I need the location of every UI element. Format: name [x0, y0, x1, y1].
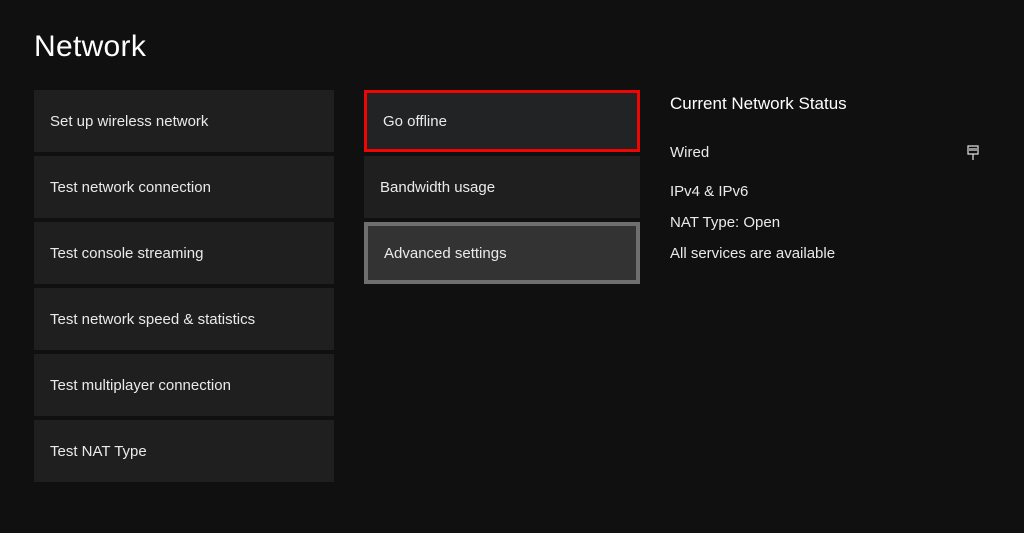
- content-columns: Set up wireless network Test network con…: [34, 90, 990, 482]
- status-services: All services are available: [670, 245, 980, 262]
- bandwidth-usage-label: Bandwidth usage: [380, 179, 495, 196]
- test-multiplayer-button[interactable]: Test multiplayer connection: [34, 354, 334, 416]
- go-offline-button[interactable]: Go offline: [364, 90, 640, 152]
- advanced-settings-label: Advanced settings: [384, 245, 507, 262]
- left-column: Set up wireless network Test network con…: [34, 90, 334, 482]
- advanced-settings-button[interactable]: Advanced settings: [364, 222, 640, 284]
- test-speed-label: Test network speed & statistics: [50, 311, 255, 328]
- ethernet-icon: [966, 145, 980, 161]
- setup-wireless-label: Set up wireless network: [50, 113, 208, 130]
- status-heading: Current Network Status: [670, 94, 980, 114]
- test-streaming-label: Test console streaming: [50, 245, 203, 262]
- bandwidth-usage-button[interactable]: Bandwidth usage: [364, 156, 640, 218]
- status-panel: Current Network Status Wired IPv4 & IPv6…: [670, 90, 980, 276]
- setup-wireless-button[interactable]: Set up wireless network: [34, 90, 334, 152]
- test-nat-label: Test NAT Type: [50, 443, 147, 460]
- test-multiplayer-label: Test multiplayer connection: [50, 377, 231, 394]
- status-ip: IPv4 & IPv6: [670, 183, 980, 200]
- test-speed-button[interactable]: Test network speed & statistics: [34, 288, 334, 350]
- status-connection-label: Wired: [670, 144, 709, 161]
- test-streaming-button[interactable]: Test console streaming: [34, 222, 334, 284]
- page-title: Network: [34, 30, 990, 64]
- status-connection-row: Wired: [670, 144, 980, 161]
- middle-column: Go offline Bandwidth usage Advanced sett…: [364, 90, 640, 284]
- status-nat: NAT Type: Open: [670, 214, 980, 231]
- go-offline-label: Go offline: [383, 113, 447, 130]
- test-nat-button[interactable]: Test NAT Type: [34, 420, 334, 482]
- test-connection-label: Test network connection: [50, 179, 211, 196]
- test-connection-button[interactable]: Test network connection: [34, 156, 334, 218]
